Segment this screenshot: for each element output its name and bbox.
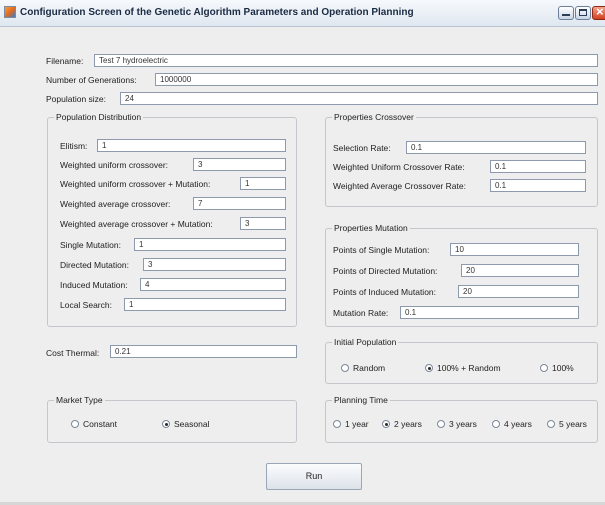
config-window: Configuration Screen of the Genetic Algo… <box>0 0 605 505</box>
weighted-average-crossover-field[interactable]: 7 <box>193 197 286 210</box>
points-directed-mutation-field[interactable]: 20 <box>461 264 579 277</box>
radio-label: 100% <box>552 363 574 373</box>
radio-label: 2 years <box>394 419 422 429</box>
initial-population-100-radio[interactable]: 100% <box>540 363 574 373</box>
directed-mutation-label: Directed Mutation: <box>60 260 129 270</box>
initial-population-100-random-radio[interactable]: 100% + Random <box>425 363 501 373</box>
market-type-title: Market Type <box>54 395 105 405</box>
radio-unchecked-icon <box>341 364 349 372</box>
elitism-label: Elitism: <box>60 141 88 151</box>
weighted-uniform-crossover-mutation-label: Weighted uniform crossover + Mutation: <box>60 179 211 189</box>
weighted-average-crossover-mutation-label: Weighted average crossover + Mutation: <box>60 219 213 229</box>
directed-mutation-field[interactable]: 3 <box>143 258 286 271</box>
points-induced-mutation-label: Points of Induced Mutation: <box>333 287 437 297</box>
mutation-rate-label: Mutation Rate: <box>333 308 389 318</box>
properties-mutation-title: Properties Mutation <box>332 223 410 233</box>
market-type-seasonal-radio[interactable]: Seasonal <box>162 419 209 429</box>
radio-unchecked-icon <box>71 420 79 428</box>
radio-label: 3 years <box>449 419 477 429</box>
radio-checked-icon <box>382 420 390 428</box>
planning-time-3-years-radio[interactable]: 3 years <box>437 419 477 429</box>
points-single-mutation-field[interactable]: 10 <box>450 243 579 256</box>
radio-unchecked-icon <box>547 420 555 428</box>
radio-unchecked-icon <box>333 420 341 428</box>
initial-population-title: Initial Population <box>332 337 399 347</box>
weighted-uniform-crossover-rate-field[interactable]: 0.1 <box>490 160 586 173</box>
radio-unchecked-icon <box>437 420 445 428</box>
window-title: Configuration Screen of the Genetic Algo… <box>20 7 414 18</box>
radio-label: 1 year <box>345 419 369 429</box>
selection-rate-label: Selection Rate: <box>333 143 391 153</box>
market-type-constant-radio[interactable]: Constant <box>71 419 117 429</box>
weighted-uniform-crossover-label: Weighted uniform crossover: <box>60 160 169 170</box>
points-directed-mutation-label: Points of Directed Mutation: <box>333 266 438 276</box>
run-button[interactable]: Run <box>266 463 362 490</box>
radio-checked-icon <box>162 420 170 428</box>
cost-thermal-label: Cost Thermal: <box>46 348 100 358</box>
radio-label: Seasonal <box>174 419 210 429</box>
weighted-average-crossover-rate-field[interactable]: 0.1 <box>490 179 586 192</box>
elitism-field[interactable]: 1 <box>97 139 286 152</box>
planning-time-1-year-radio[interactable]: 1 year <box>333 419 369 429</box>
points-single-mutation-label: Points of Single Mutation: <box>333 245 430 255</box>
filename-label: Filename: <box>46 56 84 66</box>
maximize-icon[interactable] <box>575 6 591 20</box>
filename-field[interactable]: Test 7 hydroelectric <box>94 54 598 67</box>
radio-label: 100% + Random <box>437 363 501 373</box>
minimize-icon[interactable] <box>558 6 574 20</box>
generations-field[interactable]: 1000000 <box>155 73 598 86</box>
close-icon[interactable] <box>592 4 605 20</box>
radio-label: 5 years <box>559 419 587 429</box>
radio-unchecked-icon <box>540 364 548 372</box>
induced-mutation-label: Induced Mutation: <box>60 280 128 290</box>
local-search-label: Local Search: <box>60 300 112 310</box>
single-mutation-label: Single Mutation: <box>60 240 121 250</box>
radio-label: Constant <box>83 419 118 429</box>
radio-checked-icon <box>425 364 433 372</box>
single-mutation-field[interactable]: 1 <box>134 238 286 251</box>
planning-time-2-years-radio[interactable]: 2 years <box>382 419 422 429</box>
java-app-icon <box>4 6 16 18</box>
weighted-uniform-crossover-field[interactable]: 3 <box>193 158 286 171</box>
radio-unchecked-icon <box>492 420 500 428</box>
weighted-average-crossover-rate-label: Weighted Average Crossover Rate: <box>333 181 466 191</box>
points-induced-mutation-field[interactable]: 20 <box>458 285 579 298</box>
population-distribution-title: Population Distribution <box>54 112 144 122</box>
planning-time-5-years-radio[interactable]: 5 years <box>547 419 587 429</box>
cost-thermal-field[interactable]: 0.21 <box>110 345 297 358</box>
title-bar: Configuration Screen of the Genetic Algo… <box>0 0 605 27</box>
population-size-field[interactable]: 24 <box>120 92 598 105</box>
generations-label: Number of Generations: <box>46 75 137 85</box>
planning-time-title: Planning Time <box>332 395 390 405</box>
induced-mutation-field[interactable]: 4 <box>140 278 286 291</box>
mutation-rate-field[interactable]: 0.1 <box>400 306 579 319</box>
planning-time-4-years-radio[interactable]: 4 years <box>492 419 532 429</box>
weighted-uniform-crossover-rate-label: Weighted Uniform Crossover Rate: <box>333 162 465 172</box>
properties-crossover-title: Properties Crossover <box>332 112 416 122</box>
weighted-average-crossover-mutation-field[interactable]: 3 <box>240 217 286 230</box>
weighted-average-crossover-label: Weighted average crossover: <box>60 199 171 209</box>
radio-label: 4 years <box>504 419 532 429</box>
population-size-label: Population size: <box>46 94 107 104</box>
radio-label: Random <box>353 363 386 373</box>
weighted-uniform-crossover-mutation-field[interactable]: 1 <box>240 177 286 190</box>
selection-rate-field[interactable]: 0.1 <box>406 141 586 154</box>
initial-population-random-radio[interactable]: Random <box>341 363 385 373</box>
local-search-field[interactable]: 1 <box>124 298 286 311</box>
